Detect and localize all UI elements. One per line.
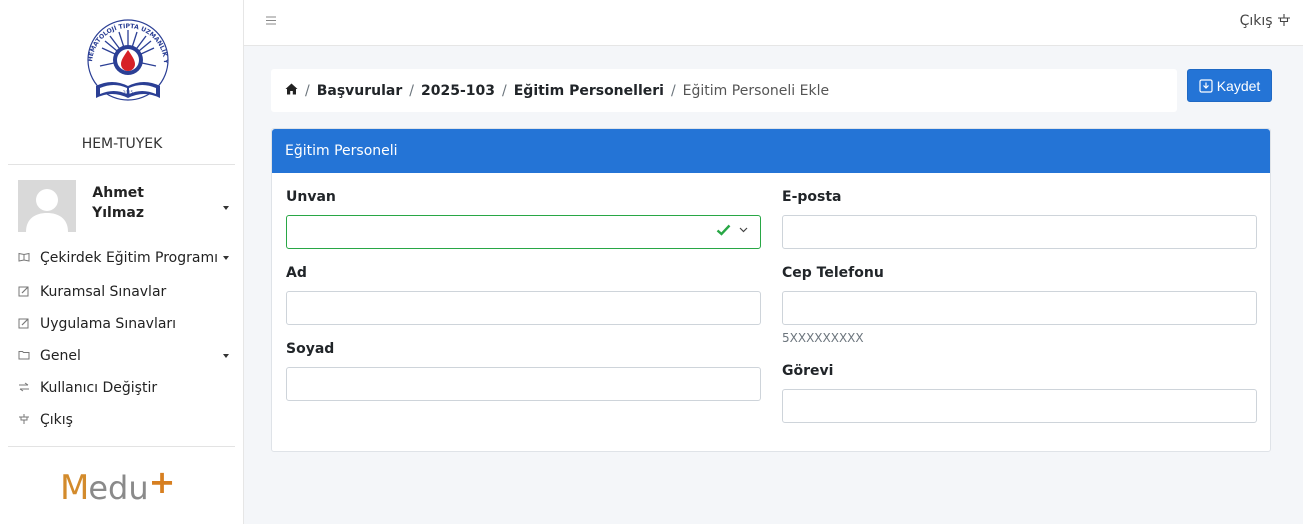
logout-icon	[18, 413, 40, 428]
institution-logo[interactable]: HEMATOLOJİ TIPTA UZMANLIK YETERLİK KURUL…	[69, 1, 184, 120]
folder-icon	[18, 350, 40, 363]
avatar	[18, 180, 76, 232]
breadcrumb: / Başvurular / 2025-103 / Eğitim Persone…	[271, 69, 1177, 112]
sidebar-item-kuramsal-sinavlar[interactable]: Kuramsal Sınavlar	[18, 280, 240, 304]
medu-logo-text: edu	[88, 469, 149, 507]
soyad-label: Soyad	[286, 341, 335, 357]
eposta-input[interactable]	[782, 215, 1257, 249]
swap-icon	[18, 382, 40, 395]
save-icon	[1199, 78, 1213, 93]
breadcrumb-separator: /	[305, 82, 310, 99]
sidebar-item-cikis[interactable]: Çıkış	[18, 408, 240, 432]
cep-telefonu-input[interactable]	[782, 291, 1257, 325]
book-icon	[18, 252, 40, 265]
logout-label: Çıkış	[1239, 13, 1273, 29]
eposta-label: E-posta	[782, 189, 842, 205]
medu-logo-plus: +	[148, 463, 176, 501]
gorevi-input[interactable]	[782, 389, 1257, 423]
sidebar-divider	[8, 164, 235, 165]
user-panel[interactable]: Ahmet Yılmaz	[18, 180, 240, 232]
unvan-select[interactable]	[286, 215, 761, 249]
menu-toggle-icon[interactable]	[266, 13, 276, 29]
ad-input[interactable]	[286, 291, 761, 325]
sidebar-item-label: Uygulama Sınavları	[40, 316, 177, 332]
breadcrumb-separator: /	[502, 82, 507, 99]
unvan-label: Unvan	[286, 189, 336, 205]
chevron-down-icon	[223, 256, 229, 260]
sidebar-item-label: Çıkış	[40, 412, 73, 428]
sidebar-item-genel[interactable]: Genel	[18, 344, 240, 368]
breadcrumb-separator: /	[670, 82, 676, 99]
cep-telefonu-hint: 5XXXXXXXXX	[782, 331, 864, 345]
svg-text:2015: 2015	[123, 90, 134, 95]
breadcrumb-egitim-personelleri[interactable]: Eğitim Personelleri	[514, 83, 664, 99]
sidebar-item-label: Kullanıcı Değiştir	[40, 380, 158, 396]
topbar: Çıkış	[244, 0, 1303, 46]
gorevi-label: Görevi	[782, 363, 834, 379]
breadcrumb-current: Eğitim Personeli Ekle	[682, 82, 830, 99]
check-icon	[716, 224, 731, 236]
brand-name: HEM-TUYEK	[81, 136, 163, 152]
ad-label: Ad	[286, 265, 307, 281]
sidebar: HEMATOLOJİ TIPTA UZMANLIK YETERLİK KURUL…	[0, 0, 244, 524]
chevron-down-icon	[739, 227, 748, 233]
user-name: Ahmet Yılmaz	[84, 183, 144, 223]
sidebar-item-label: Genel	[40, 348, 81, 364]
sidebar-item-cekirdek-egitim[interactable]: Çekirdek Eğitim Programı	[18, 246, 240, 270]
soyad-input[interactable]	[286, 367, 761, 401]
cep-telefonu-label: Cep Telefonu	[782, 265, 884, 281]
edit-icon	[18, 285, 40, 300]
sidebar-item-label: Çekirdek Eğitim Programı	[40, 250, 219, 266]
user-first-name: Ahmet	[92, 185, 144, 201]
chevron-down-icon[interactable]	[223, 206, 229, 210]
breadcrumb-separator: /	[409, 82, 415, 99]
sidebar-divider	[8, 446, 235, 447]
breadcrumb-basvurular[interactable]: Başvurular	[317, 83, 403, 99]
user-last-name: Yılmaz	[92, 205, 144, 221]
form-card: Eğitim Personeli Unvan Ad Soyad E-posta …	[271, 128, 1271, 452]
card-title: Eğitim Personeli	[272, 129, 1270, 173]
sidebar-item-label: Kuramsal Sınavlar	[40, 284, 167, 300]
edit-icon	[18, 317, 40, 332]
home-icon[interactable]	[285, 83, 298, 99]
logout-link[interactable]: Çıkış	[1240, 13, 1291, 29]
logout-icon	[1278, 14, 1290, 26]
save-label: Kaydet	[1216, 77, 1261, 94]
medu-logo: Medu+	[60, 463, 175, 510]
chevron-down-icon	[223, 354, 229, 358]
sidebar-item-kullanici-degistir[interactable]: Kullanıcı Değiştir	[18, 376, 240, 400]
sidebar-item-uygulama-sinavlari[interactable]: Uygulama Sınavları	[18, 312, 240, 336]
medu-logo-m: M	[60, 468, 89, 508]
save-button[interactable]: Kaydet	[1187, 69, 1272, 102]
breadcrumb-application-id[interactable]: 2025-103	[421, 83, 495, 99]
